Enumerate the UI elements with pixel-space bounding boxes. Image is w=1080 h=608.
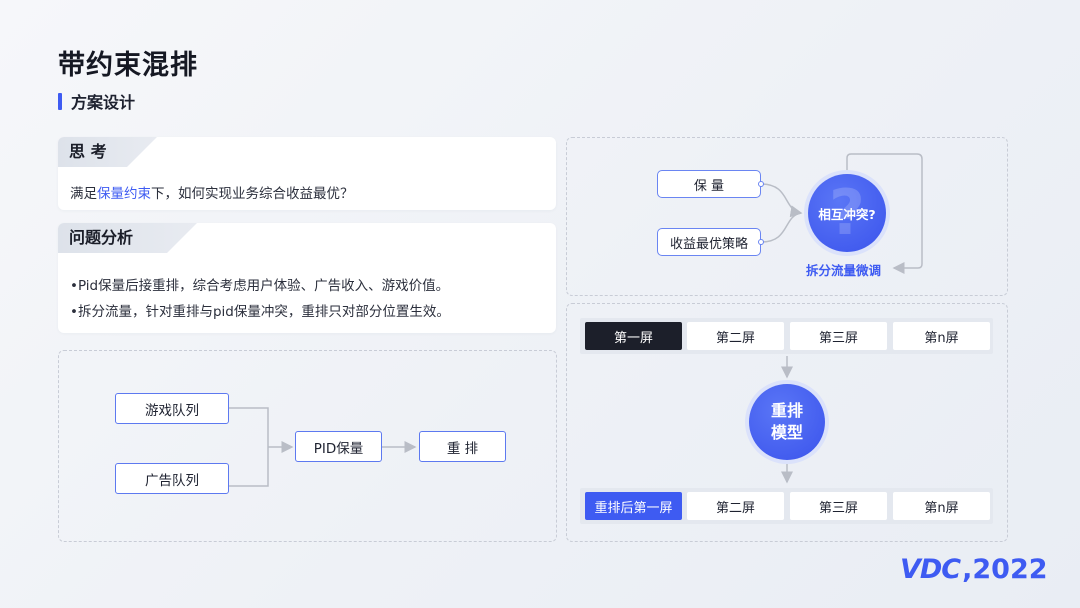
thinking-tag: 思 考 (58, 137, 157, 167)
rerank-model-line2: 模型 (770, 423, 803, 442)
rerank-model-circle: 重排 模型 (749, 384, 825, 460)
rerank-node: 重 排 (419, 431, 506, 462)
screen-tab-top-2: 第二屏 (687, 322, 784, 350)
thinking-card: 思 考 满足保量约束下，如何实现业务综合收益最优？ (58, 137, 556, 210)
conflict-circle-label: 相互冲突? (818, 206, 876, 222)
section-subtitle: 方案设计 (58, 91, 136, 112)
baoliang-port (758, 181, 764, 187)
strategy-node: 收益最优策略 (657, 228, 761, 256)
screen-tab-top-1: 第一屏 (585, 322, 682, 350)
game-queue-node: 游戏队列 (115, 393, 229, 424)
pid-node: PID保量 (295, 431, 382, 462)
accent-bar (58, 92, 62, 110)
highlight-text: 保量约束 (97, 186, 151, 202)
strategy-port (758, 239, 764, 245)
conflict-panel (566, 137, 1008, 296)
screen-tab-top-3: 第三屏 (790, 322, 887, 350)
thinking-question: 满足保量约束下，如何实现业务综合收益最优？ (70, 186, 354, 202)
ad-queue-node: 广告队列 (115, 463, 229, 494)
screens-row-bottom: 重排后第一屏 第二屏 第三屏 第n屏 (580, 488, 993, 524)
screen-tab-bottom-2: 第二屏 (687, 492, 784, 520)
split-traffic-caption: 拆分流量微调 (806, 263, 882, 278)
screen-tab-bottom-3: 第三屏 (790, 492, 887, 520)
page-title: 带约束混排 (58, 50, 198, 81)
analysis-tag: 问题分析 (58, 223, 197, 253)
analysis-card: 问题分析 •Pid保量后接重排，综合考虑用户体验、广告收入、游戏价值。 •拆分流… (58, 223, 556, 333)
baoliang-node: 保 量 (657, 170, 761, 198)
vdc-logo: VDC ,2022 (900, 554, 1048, 585)
screen-tab-bottom-1: 重排后第一屏 (585, 492, 682, 520)
screens-row-top: 第一屏 第二屏 第三屏 第n屏 (580, 318, 993, 354)
subtitle-text: 方案设计 (71, 93, 136, 112)
rerank-model-line1: 重排 (770, 401, 803, 420)
screen-tab-top-4: 第n屏 (893, 322, 990, 350)
vdc-logo-letters: VDC (900, 554, 961, 585)
analysis-bullet-1: •Pid保量后接重排，综合考虑用户体验、广告收入、游戏价值。 (70, 278, 450, 294)
screen-tab-bottom-4: 第n屏 (893, 492, 990, 520)
vdc-logo-year: ,2022 (962, 554, 1048, 585)
conflict-circle: ? 相互冲突? (808, 174, 886, 252)
analysis-bullet-2: •拆分流量，针对重排与pid保量冲突，重排只对部分位置生效。 (70, 304, 450, 320)
